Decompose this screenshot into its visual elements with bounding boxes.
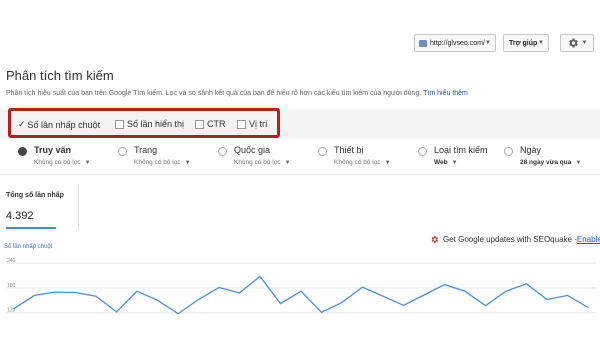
site-favicon-icon bbox=[419, 39, 427, 47]
data-point[interactable] bbox=[300, 290, 302, 292]
data-point[interactable] bbox=[197, 298, 200, 301]
help-button-label: Trợ giúp bbox=[509, 39, 538, 47]
dimension-device-filter-label: Không có bộ lọc bbox=[334, 159, 381, 166]
data-point[interactable] bbox=[13, 308, 15, 310]
settings-button[interactable]: ▼ bbox=[560, 34, 594, 52]
dimension-page-filter-label: Không có bộ lọc bbox=[134, 159, 181, 166]
chevron-down-icon: ▼ bbox=[581, 40, 588, 46]
radio-icon bbox=[318, 147, 327, 156]
data-point[interactable] bbox=[505, 290, 507, 292]
data-point[interactable] bbox=[136, 290, 138, 292]
dimension-country-filter[interactable]: Không có bộ lọc ▼ bbox=[234, 159, 291, 166]
data-point[interactable] bbox=[361, 286, 364, 288]
data-point[interactable] bbox=[279, 303, 282, 305]
metric-highlight-box bbox=[8, 108, 280, 138]
radio-icon bbox=[118, 147, 127, 156]
data-point[interactable] bbox=[156, 299, 159, 301]
radio-selected-icon bbox=[18, 147, 27, 156]
data-point[interactable] bbox=[382, 295, 384, 297]
data-point[interactable] bbox=[74, 291, 77, 294]
total-clicks-underline bbox=[6, 227, 56, 229]
data-point[interactable] bbox=[464, 290, 466, 292]
total-clicks-label: Tổng số lần nhấp bbox=[6, 192, 64, 199]
radio-icon bbox=[218, 147, 227, 156]
dimension-search-type-filter-label: Web bbox=[434, 159, 448, 166]
chart-series bbox=[13, 275, 589, 315]
data-point[interactable] bbox=[95, 295, 97, 297]
dimension-device-filter[interactable]: Không có bộ lọc ▼ bbox=[334, 159, 391, 166]
dimension-page-filter[interactable]: Không có bộ lọc ▼ bbox=[134, 159, 191, 166]
summary-divider bbox=[78, 184, 79, 230]
dimension-device-label: Thiết bị bbox=[334, 145, 364, 155]
data-point[interactable] bbox=[587, 306, 589, 308]
chevron-down-icon: ▼ bbox=[538, 40, 544, 46]
radio-icon bbox=[418, 147, 427, 156]
data-point[interactable] bbox=[402, 304, 405, 306]
chevron-down-icon: ▼ bbox=[485, 40, 491, 46]
page-title: Phân tích tìm kiếm bbox=[6, 68, 114, 83]
y-tick-label: 240 bbox=[7, 258, 16, 264]
data-point[interactable] bbox=[546, 298, 548, 301]
site-select[interactable]: http://glvseo.com/ ▼ bbox=[414, 34, 496, 52]
dimension-country-filter-label: Không có bộ lọc bbox=[234, 159, 281, 166]
dimension-search-type-label: Loại tìm kiếm bbox=[434, 145, 488, 155]
data-point[interactable] bbox=[341, 301, 343, 303]
y-tick-label: 180 bbox=[7, 283, 16, 289]
page-description: Phân tích hiệu suất của bạn trên Google … bbox=[6, 90, 468, 97]
data-point[interactable] bbox=[525, 283, 528, 285]
dimension-bar bbox=[0, 138, 600, 175]
dimension-date-label: Ngày bbox=[520, 145, 542, 155]
seoquake-enable-link[interactable]: Enable bbox=[577, 235, 600, 244]
clicks-line-chart: 240180120 bbox=[6, 258, 596, 315]
chevron-down-icon: ▼ bbox=[451, 160, 458, 166]
gear-icon bbox=[568, 38, 578, 48]
seoquake-notice: Get Google updates with SEOquake - Enabl… bbox=[430, 235, 600, 244]
chevron-down-icon: ▼ bbox=[284, 160, 291, 166]
dimension-query-label: Truy vấn bbox=[34, 145, 72, 155]
chevron-down-icon: ▼ bbox=[184, 160, 191, 166]
dimension-query-filter[interactable]: Không có bộ lọc ▼ bbox=[34, 159, 91, 166]
data-point[interactable] bbox=[54, 291, 56, 293]
data-point[interactable] bbox=[33, 294, 36, 296]
help-button[interactable]: Trợ giúp ▼ bbox=[503, 34, 549, 52]
learn-more-link[interactable]: Tìm hiểu thêm bbox=[423, 90, 468, 97]
seoquake-text: Get Google updates with SEOquake - bbox=[443, 235, 577, 244]
seoquake-gear-icon bbox=[431, 236, 439, 243]
dimension-date-filter[interactable]: 28 ngày vừa qua ▼ bbox=[520, 159, 581, 166]
data-point[interactable] bbox=[423, 294, 425, 296]
dimension-query-filter-label: Không có bộ lọc bbox=[34, 159, 81, 166]
page-description-text: Phân tích hiệu suất của bạn trên Google … bbox=[6, 90, 422, 97]
site-select-label: http://glvseo.com/ bbox=[430, 39, 485, 47]
radio-icon bbox=[504, 147, 513, 156]
data-point[interactable] bbox=[218, 286, 220, 289]
dimension-country-label: Quốc gia bbox=[234, 145, 271, 155]
dimension-date-filter-label: 28 ngày vừa qua bbox=[520, 159, 572, 166]
data-point[interactable] bbox=[566, 294, 569, 296]
chart-grid bbox=[6, 262, 596, 314]
chevron-down-icon: ▼ bbox=[84, 160, 91, 166]
data-point[interactable] bbox=[238, 292, 241, 294]
data-point[interactable] bbox=[443, 284, 446, 286]
data-point[interactable] bbox=[484, 305, 487, 307]
data-point[interactable] bbox=[177, 312, 179, 315]
dimension-search-type-filter[interactable]: Web ▼ bbox=[434, 159, 458, 166]
data-point[interactable] bbox=[259, 275, 261, 277]
dimension-page-label: Trang bbox=[134, 145, 158, 155]
series-line-clicks bbox=[13, 275, 589, 315]
data-point[interactable] bbox=[320, 311, 323, 313]
chevron-down-icon: ▼ bbox=[384, 160, 391, 166]
chevron-down-icon: ▼ bbox=[575, 160, 582, 166]
total-clicks-value: 4.392 bbox=[6, 210, 34, 222]
data-point[interactable] bbox=[115, 311, 118, 313]
chart-y-ticks: 240180120 bbox=[7, 258, 16, 314]
chart-legend: Số lần nhấp chuột bbox=[4, 244, 53, 250]
top-toolbar: http://glvseo.com/ ▼ Trợ giúp ▼ ▼ bbox=[0, 0, 600, 60]
